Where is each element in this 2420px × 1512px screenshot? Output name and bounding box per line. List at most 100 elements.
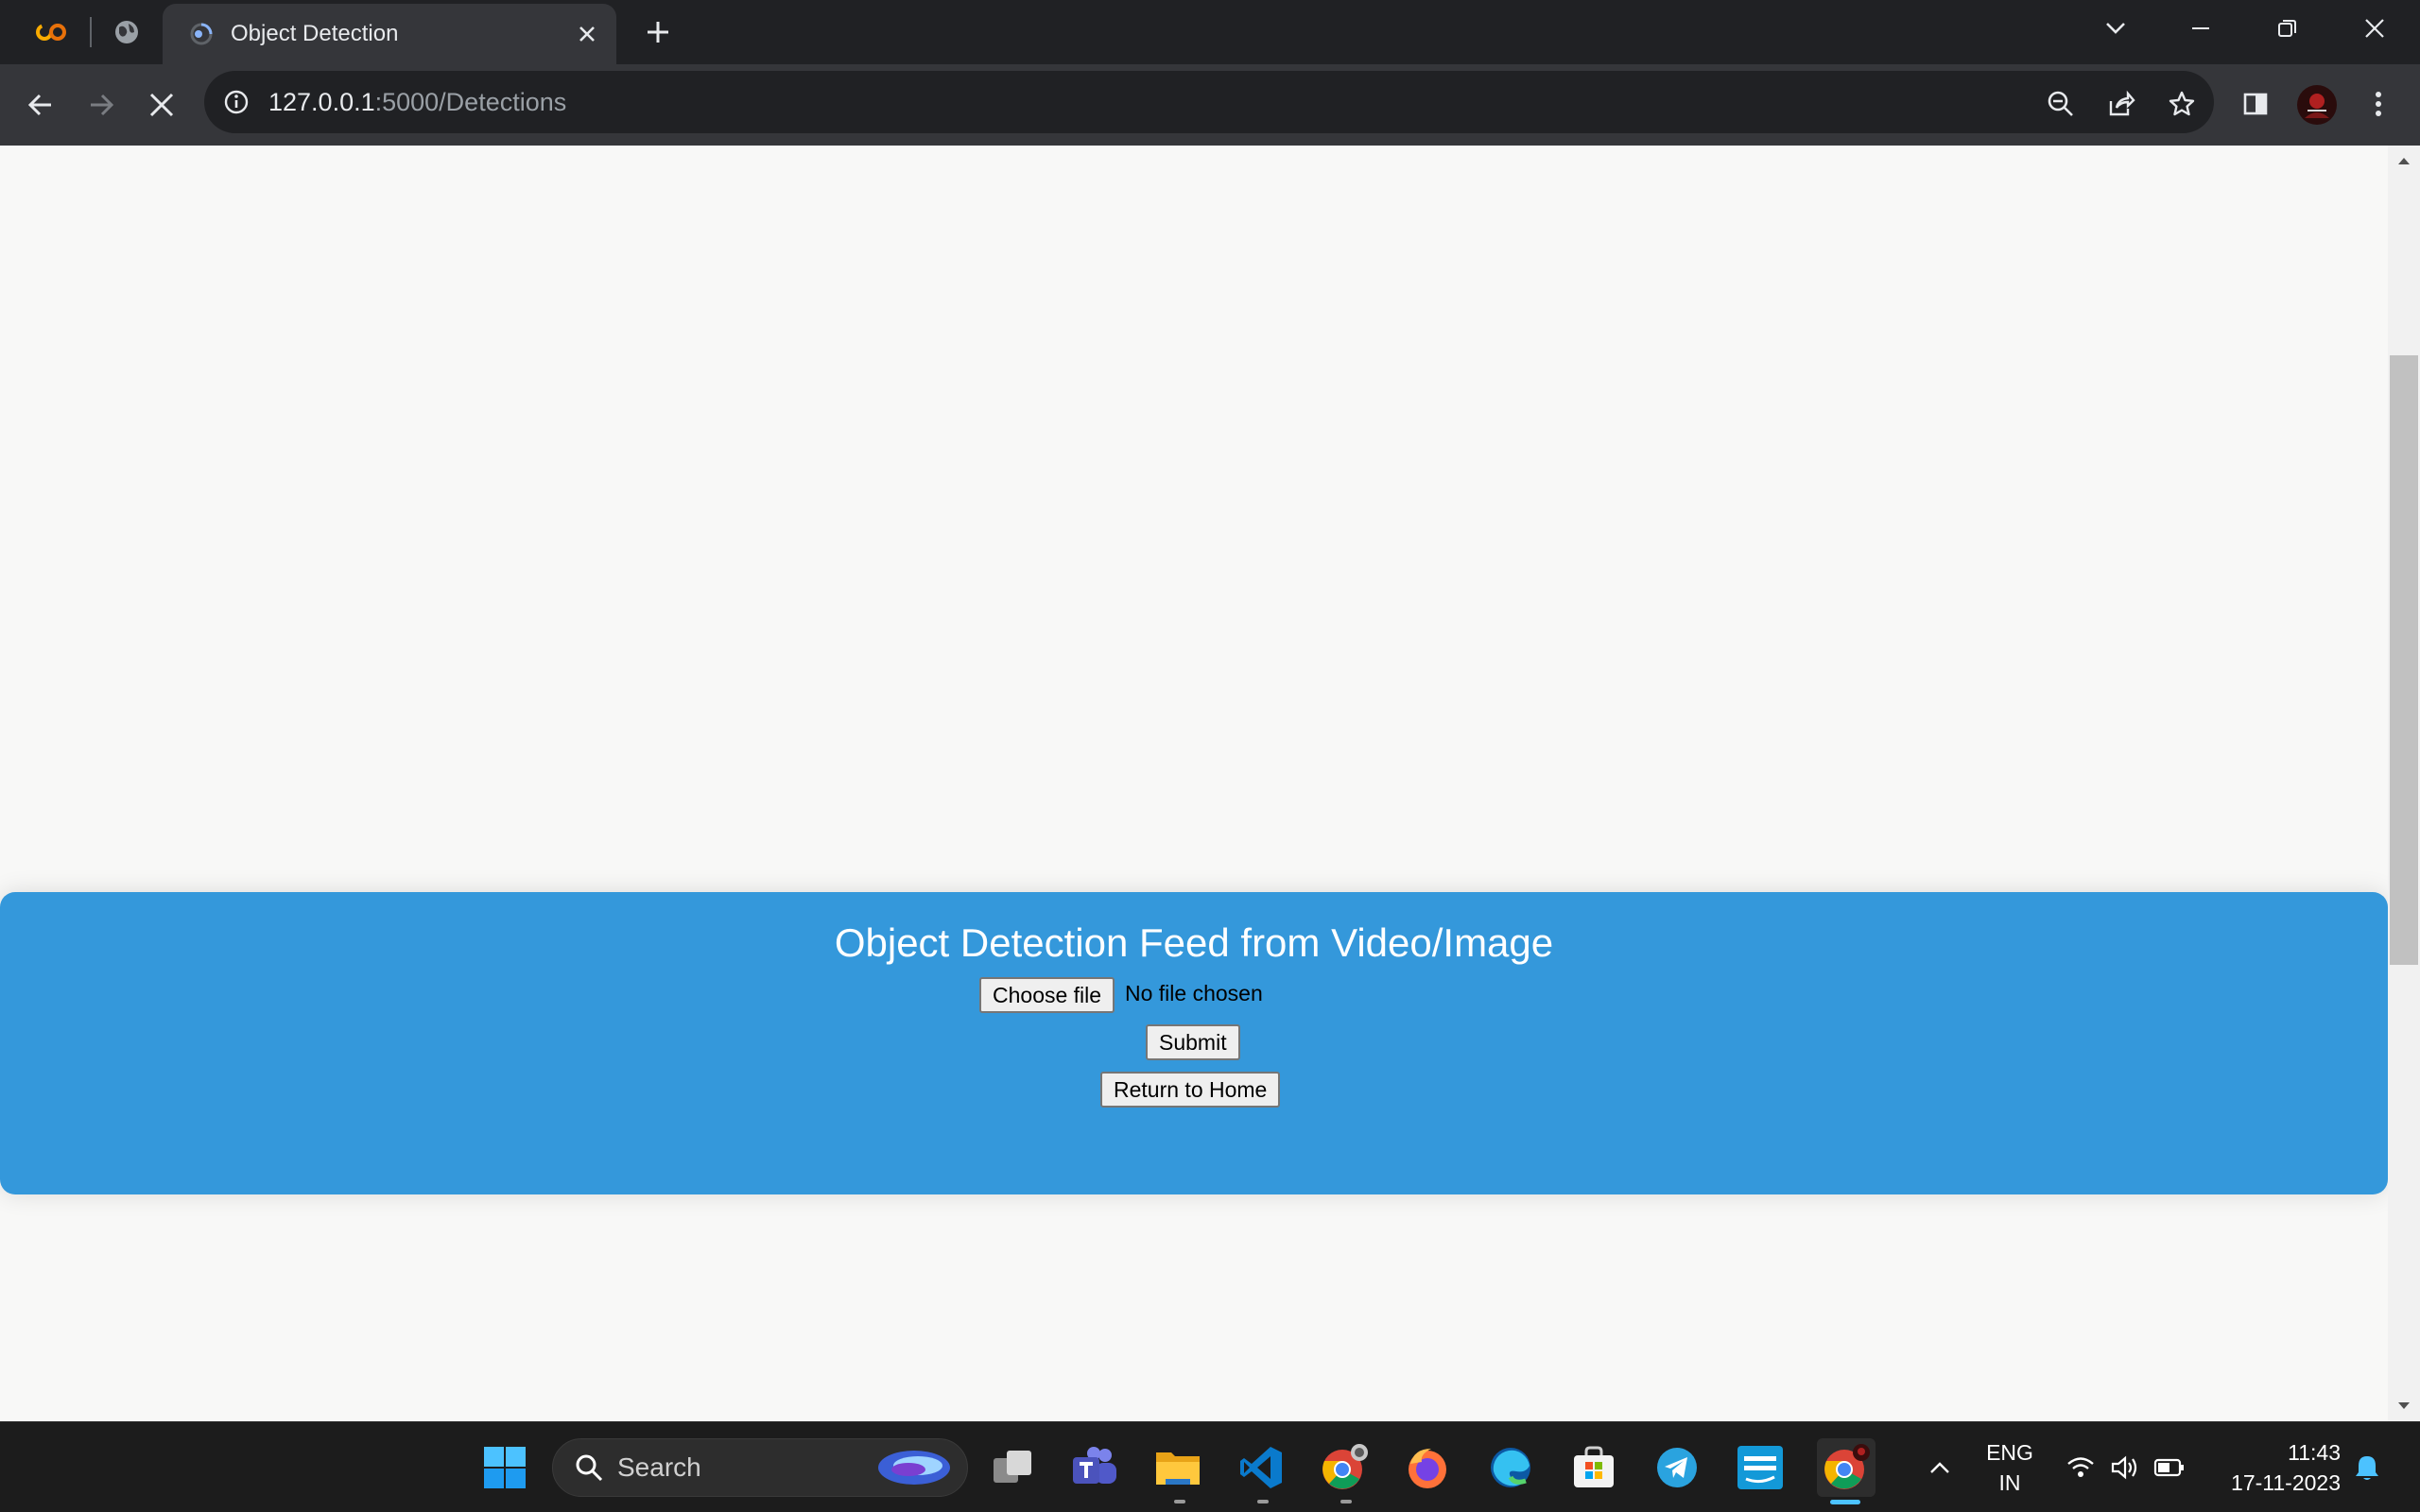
scroll-up-arrow-icon[interactable] <box>2396 155 2411 166</box>
taskbar-vscode[interactable] <box>1235 1441 1288 1494</box>
taskbar-teams[interactable] <box>1068 1441 1121 1494</box>
url-host: 127.0.0.1 <box>268 87 375 116</box>
pinned-tab-colab[interactable] <box>26 11 76 53</box>
vertical-scrollbar[interactable] <box>2388 146 2420 1421</box>
running-indicator <box>1340 1500 1352 1503</box>
windows-logo-icon <box>484 1447 526 1488</box>
taskbar-chrome-active[interactable] <box>1817 1438 1876 1497</box>
taskbar-telegram[interactable] <box>1651 1441 1703 1494</box>
plus-icon <box>648 22 668 43</box>
search-icon <box>576 1454 603 1482</box>
chevron-down-icon <box>2106 23 2125 34</box>
choose-file-button[interactable]: Choose file <box>979 977 1115 1013</box>
page-viewport: Object Detection Feed from Video/Image C… <box>0 146 2388 1421</box>
site-info-icon[interactable] <box>223 89 250 115</box>
running-indicator <box>1174 1500 1185 1503</box>
file-status-text: No file chosen <box>1125 981 1263 1005</box>
windows-taskbar: Search ENG IN 11:43 17-11-2023 <box>0 1421 2420 1512</box>
page-title: Object Detection Feed from Video/Image <box>834 920 1554 965</box>
folder-icon <box>1156 1452 1200 1485</box>
taskbar-prime-video[interactable] <box>1734 1441 1787 1494</box>
arrow-right-icon <box>91 94 114 116</box>
side-panel-icon <box>2243 93 2268 115</box>
star-icon <box>2169 91 2195 116</box>
loading-favicon-icon <box>189 22 214 46</box>
notifications-button[interactable] <box>2341 1441 2394 1494</box>
battery-icon <box>2153 1458 2184 1477</box>
close-icon <box>149 93 174 117</box>
wifi-icon <box>2067 1457 2094 1477</box>
tab-strip: Object Detection <box>0 0 2420 64</box>
vscode-icon <box>1240 1447 1282 1488</box>
edge-icon <box>1491 1448 1530 1487</box>
clock-date: 17-11-2023 <box>2231 1470 2341 1495</box>
language-indicator[interactable]: ENG IN <box>1976 1437 2044 1498</box>
chevron-up-icon <box>1930 1462 1949 1473</box>
clock[interactable]: 11:43 17-11-2023 <box>2208 1437 2341 1498</box>
region-code: IN <box>1998 1470 2021 1495</box>
taskbar-file-explorer[interactable] <box>1151 1441 1204 1494</box>
url-text[interactable]: 127.0.0.1:5000/Detections <box>268 88 566 117</box>
forward-button[interactable] <box>79 83 123 127</box>
minimize-icon <box>2192 27 2209 29</box>
restore-button[interactable] <box>2267 8 2308 49</box>
close-tab-icon[interactable] <box>579 26 596 43</box>
scroll-down-arrow-icon[interactable] <box>2396 1400 2411 1412</box>
chrome-icon <box>1824 1444 1870 1489</box>
taskbar-firefox[interactable] <box>1401 1441 1454 1494</box>
prime-video-icon <box>1737 1446 1783 1489</box>
taskbar-task-view[interactable] <box>987 1441 1040 1494</box>
chrome-icon <box>1322 1444 1368 1489</box>
address-bar[interactable]: 127.0.0.1:5000/Detections <box>204 71 2214 133</box>
close-icon <box>2365 19 2384 38</box>
pinned-tab-globe[interactable] <box>102 11 151 53</box>
return-home-button[interactable]: Return to Home <box>1100 1072 1281 1108</box>
taskbar-edge[interactable] <box>1484 1441 1537 1494</box>
url-path: :5000/Detections <box>374 87 567 116</box>
clock-time: 11:43 <box>2288 1440 2341 1465</box>
share-button[interactable] <box>2100 83 2142 125</box>
taskbar-microsoft-store[interactable] <box>1567 1441 1620 1494</box>
tab-search-button[interactable] <box>2095 9 2136 47</box>
task-view-icon <box>994 1451 1031 1483</box>
bing-chat-icon <box>878 1451 950 1485</box>
share-icon <box>2109 90 2135 116</box>
submit-button[interactable]: Submit <box>1146 1024 1240 1060</box>
show-hidden-icons-button[interactable] <box>1913 1441 1966 1494</box>
taskbar-search[interactable]: Search <box>552 1438 968 1497</box>
zoom-out-icon <box>2048 91 2073 116</box>
bookmark-button[interactable] <box>2161 83 2203 125</box>
more-vertical-icon <box>2376 92 2381 116</box>
browser-menu-button[interactable] <box>2358 83 2399 125</box>
taskbar-chrome-2[interactable] <box>1318 1441 1371 1494</box>
back-button[interactable] <box>19 83 62 127</box>
tab-title: Object Detection <box>231 21 399 46</box>
minimize-button[interactable] <box>2180 8 2221 49</box>
search-label: Search <box>617 1452 701 1482</box>
firefox-icon <box>1409 1449 1446 1488</box>
restore-icon <box>2278 20 2296 37</box>
quick-settings-button[interactable] <box>2055 1441 2197 1494</box>
avatar-icon <box>2297 85 2337 125</box>
scrollbar-thumb[interactable] <box>2390 355 2418 965</box>
browser-toolbar: 127.0.0.1:5000/Detections <box>0 64 2420 146</box>
start-button[interactable] <box>478 1441 531 1494</box>
new-tab-button[interactable] <box>639 13 677 51</box>
tab-separator <box>90 17 92 47</box>
telegram-icon <box>1657 1448 1697 1487</box>
profile-avatar[interactable] <box>2293 81 2341 129</box>
stop-loading-button[interactable] <box>140 83 183 127</box>
tab-object-detection[interactable]: Object Detection <box>163 4 616 64</box>
arrow-left-icon <box>27 94 51 116</box>
active-indicator <box>1830 1500 1860 1504</box>
zoom-button[interactable] <box>2040 83 2082 125</box>
teams-icon <box>1073 1447 1116 1484</box>
close-window-button[interactable] <box>2354 8 2395 49</box>
running-indicator <box>1257 1500 1269 1503</box>
store-icon <box>1574 1446 1614 1487</box>
globe-icon <box>115 21 138 43</box>
bell-icon <box>2356 1456 2378 1480</box>
upload-panel: Object Detection Feed from Video/Image C… <box>0 892 2388 1194</box>
colab-icon <box>36 24 66 41</box>
side-panel-button[interactable] <box>2235 83 2276 125</box>
